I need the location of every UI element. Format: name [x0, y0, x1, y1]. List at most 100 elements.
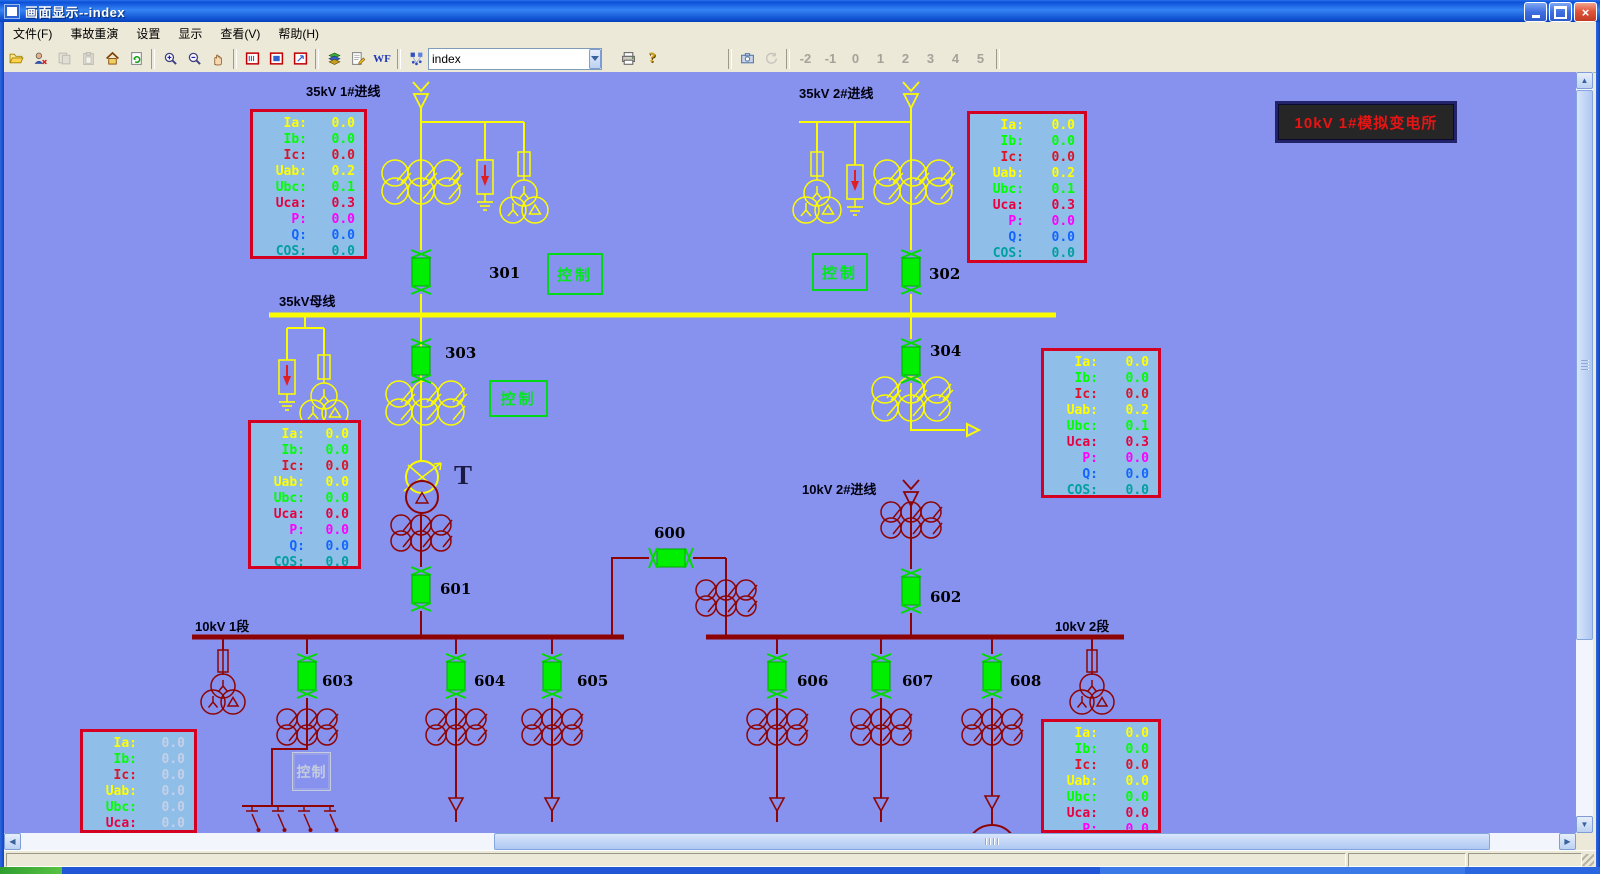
- measurement-row: Uca:0.3: [974, 198, 1075, 214]
- snapshot-button[interactable]: [735, 48, 759, 70]
- level--1: -1: [818, 51, 843, 66]
- label-breaker-607: 607: [902, 672, 933, 690]
- maximize-button[interactable]: [1549, 2, 1572, 22]
- switch-2[interactable]: [272, 806, 287, 832]
- measurement-row: Uca:0.0: [87, 816, 185, 832]
- view-panel-2-button[interactable]: [264, 48, 288, 70]
- app-icon: [4, 4, 20, 19]
- app-window: 画面显示--index × 文件(F)事故重演设置显示查看(V)帮助(H): [0, 0, 1600, 874]
- label-breaker-606: 606: [797, 672, 828, 690]
- breaker-607[interactable]: [871, 654, 891, 698]
- scroll-down-button[interactable]: ▼: [1576, 816, 1593, 833]
- properties-button[interactable]: [346, 48, 370, 70]
- measurement-row: Ic:0.0: [255, 459, 349, 475]
- feeder-arrow-608: [985, 796, 999, 809]
- menu-item-1[interactable]: 文件(F): [4, 22, 61, 45]
- layers-button[interactable]: [322, 48, 346, 70]
- arrester-bus35: [279, 360, 295, 410]
- home-view-button[interactable]: [100, 48, 124, 70]
- measurement-row: Uab:0.2: [257, 164, 355, 180]
- menu-item-5[interactable]: 查看(V): [211, 22, 269, 45]
- minimize-button[interactable]: [1524, 2, 1547, 22]
- open-file-button[interactable]: [4, 48, 28, 70]
- menu-bar: 文件(F)事故重演设置显示查看(V)帮助(H): [4, 22, 1596, 46]
- menu-item-2[interactable]: 事故重演: [61, 22, 127, 45]
- control-button-302[interactable]: 控制: [812, 253, 868, 291]
- breaker-302[interactable]: [901, 250, 921, 294]
- horizontal-scroll-thumb[interactable]: [494, 833, 1490, 850]
- node-browser-button[interactable]: [404, 48, 428, 70]
- measurement-row: Uab:0.0: [255, 475, 349, 491]
- zoom-out-button[interactable]: [182, 48, 206, 70]
- measurement-row: Ubc:0.1: [257, 180, 355, 196]
- label-transformer: T: [454, 460, 472, 491]
- menu-item-4[interactable]: 显示: [169, 22, 211, 45]
- refresh-button[interactable]: [124, 48, 148, 70]
- wf-mode-button[interactable]: WF: [370, 48, 394, 70]
- view-panel-1-button[interactable]: [240, 48, 264, 70]
- breaker-604[interactable]: [446, 654, 466, 698]
- label-incoming-2: 35kV 2#进线: [799, 83, 873, 102]
- chevron-down-icon: [591, 56, 599, 61]
- switch-3[interactable]: [298, 806, 313, 832]
- close-button[interactable]: ×: [1574, 2, 1597, 22]
- control-button-303[interactable]: 控制: [489, 380, 548, 417]
- control-button-301[interactable]: 控制: [547, 253, 603, 295]
- label-breaker-302: 302: [929, 265, 960, 283]
- measurement-row: COS:0.0: [255, 555, 349, 569]
- pt-bus35: [300, 351, 348, 426]
- start-button[interactable]: [0, 867, 62, 874]
- breaker-301[interactable]: [411, 250, 431, 294]
- print-button[interactable]: [616, 48, 640, 70]
- switch-1[interactable]: [246, 806, 261, 832]
- window-border-left: [0, 22, 4, 867]
- vertical-scroll-thumb[interactable]: [1576, 90, 1593, 640]
- breaker-606[interactable]: [767, 654, 787, 698]
- help-button[interactable]: ?: [640, 48, 664, 70]
- measurement-row: Uca:0.3: [257, 196, 355, 212]
- breaker-600-bustie[interactable]: [649, 548, 693, 568]
- paste-button-disabled: [76, 48, 100, 70]
- measurement-row: Ib:0.0: [255, 443, 349, 459]
- ct-303: [386, 381, 467, 425]
- menu-item-6[interactable]: 帮助(H): [269, 22, 328, 45]
- label-breaker-603: 603: [322, 672, 353, 690]
- resize-grip[interactable]: [1582, 854, 1594, 866]
- measurement-row: Ic:0.0: [1048, 387, 1149, 403]
- window-border-right: [1596, 22, 1600, 867]
- horizontal-scrollbar[interactable]: ◀ ▶: [4, 833, 1576, 850]
- breaker-603[interactable]: [297, 654, 317, 698]
- scroll-left-button[interactable]: ◀: [4, 833, 21, 850]
- breaker-601[interactable]: [411, 567, 431, 611]
- breaker-605[interactable]: [542, 654, 562, 698]
- title-bar: 画面显示--index ×: [0, 0, 1600, 22]
- scroll-up-button[interactable]: ▲: [1576, 72, 1593, 89]
- pan-hand-button[interactable]: [206, 48, 230, 70]
- switch-4[interactable]: [324, 806, 339, 832]
- vertical-scrollbar[interactable]: ▲ ▼: [1576, 72, 1593, 833]
- label-incoming-10kv2: 10kV 2#进线: [802, 479, 876, 498]
- view-panel-3-button[interactable]: [288, 48, 312, 70]
- measurement-panel-304: Ia:0.0Ib:0.0Ic:0.0Uab:0.2Ubc:0.1Uca:0.3P…: [1041, 348, 1161, 498]
- toolbar: WF ? -2-1012345: [4, 45, 1596, 73]
- level-3: 3: [918, 51, 943, 66]
- combobox-dropdown-button[interactable]: [589, 49, 601, 69]
- taskbar-window-button[interactable]: [1100, 867, 1465, 874]
- measurement-row: Ia:0.0: [1048, 726, 1149, 742]
- measurement-panel-35kv-in2: Ia:0.0Ib:0.0Ic:0.0Uab:0.2Ubc:0.1Uca:0.3P…: [967, 111, 1087, 263]
- breaker-602[interactable]: [901, 569, 921, 613]
- measurement-row: Ic:0.0: [1048, 758, 1149, 774]
- user-login-button[interactable]: [28, 48, 52, 70]
- scroll-right-button[interactable]: ▶: [1559, 833, 1576, 850]
- ct-incoming-1: [382, 160, 463, 204]
- level-1: 1: [868, 51, 893, 66]
- screen-selector-combobox[interactable]: [428, 48, 602, 70]
- taskbar-tray: [1465, 867, 1600, 874]
- measurement-row: COS:0.0: [974, 246, 1075, 262]
- zoom-in-button[interactable]: [158, 48, 182, 70]
- measurement-row: Ic:0.0: [87, 768, 185, 784]
- main-transformer[interactable]: [404, 461, 441, 513]
- breaker-608[interactable]: [982, 654, 1002, 698]
- menu-item-3[interactable]: 设置: [127, 22, 169, 45]
- measurement-row: Ib:0.0: [974, 134, 1075, 150]
